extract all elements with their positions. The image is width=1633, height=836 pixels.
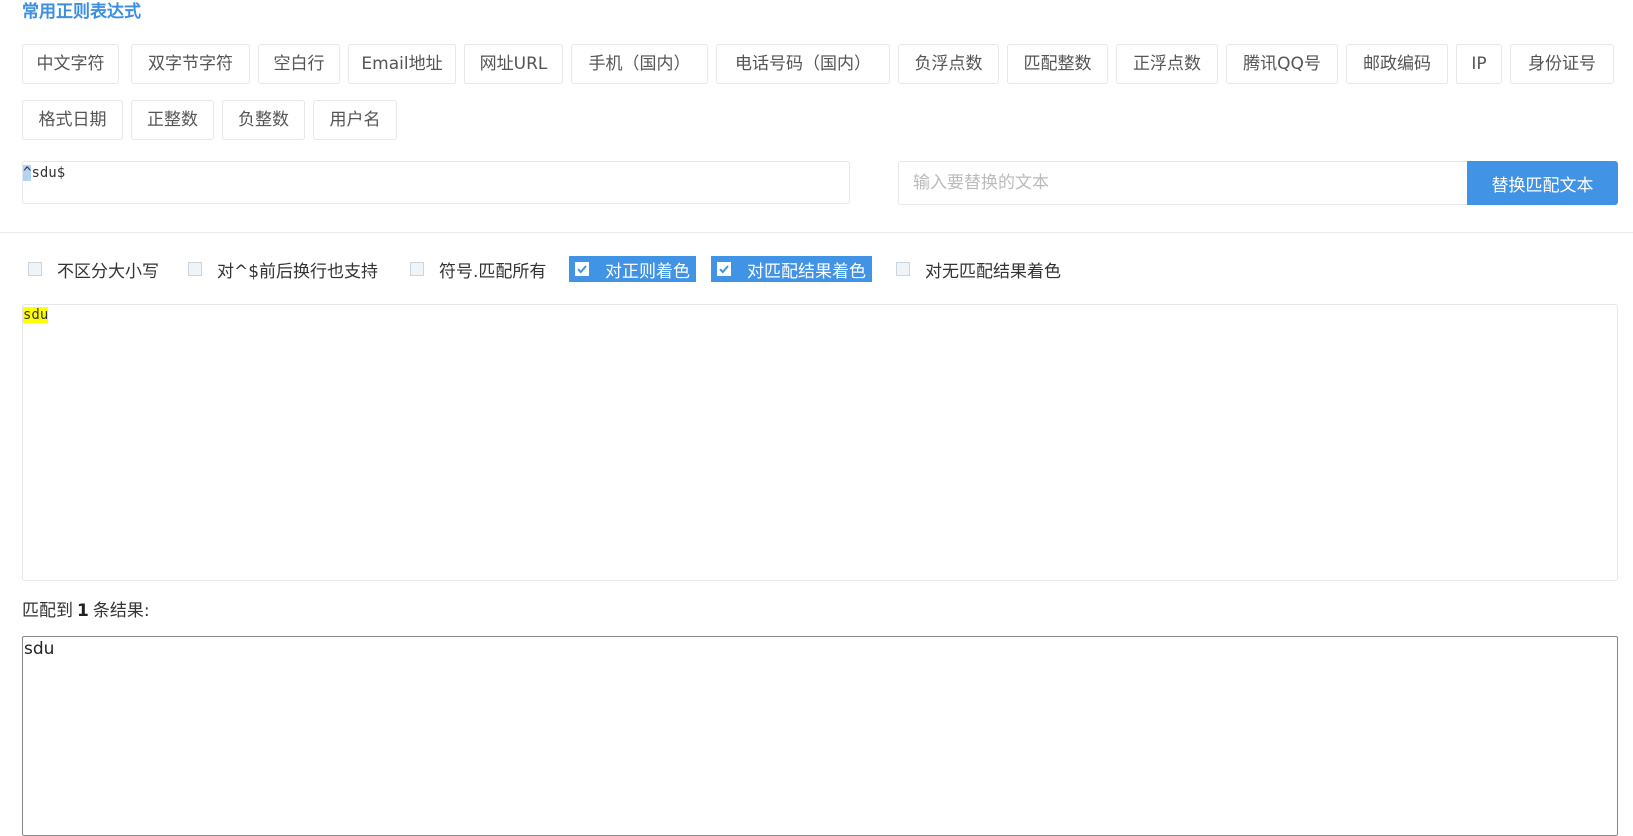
checkbox-checked-icon[interactable]	[717, 262, 731, 276]
option-multiline[interactable]: 对^$前后换行也支持	[183, 256, 378, 282]
divider	[0, 232, 1633, 233]
checkbox-unchecked-icon[interactable]	[188, 262, 202, 276]
preset-date[interactable]: 格式日期	[22, 100, 123, 140]
preset-double-byte[interactable]: 双字节字符	[131, 44, 250, 84]
preset-negative-float[interactable]: 负浮点数	[898, 44, 999, 84]
checkbox-unchecked-icon[interactable]	[28, 262, 42, 276]
result-text-area[interactable]: sdu	[22, 636, 1618, 836]
option-label: 对正则着色	[605, 261, 690, 282]
option-label: 对匹配结果着色	[747, 261, 866, 282]
preset-positive-float[interactable]: 正浮点数	[1116, 44, 1218, 84]
option-color-matches[interactable]: 对匹配结果着色	[711, 256, 872, 282]
preset-qq[interactable]: 腾讯QQ号	[1226, 44, 1338, 84]
checkbox-checked-icon[interactable]	[575, 262, 589, 276]
preset-blank-line[interactable]: 空白行	[258, 44, 340, 84]
preset-id-card[interactable]: 身份证号	[1510, 44, 1614, 84]
option-label: 符号.匹配所有	[439, 261, 547, 282]
preset-username[interactable]: 用户名	[313, 100, 397, 140]
preset-postal-code[interactable]: 邮政编码	[1346, 44, 1448, 84]
option-color-nonmatches[interactable]: 对无匹配结果着色	[891, 256, 1061, 282]
preset-chinese-chars[interactable]: 中文字符	[22, 44, 119, 84]
match-summary: 匹配到 1 条结果:	[22, 596, 150, 621]
regex-text: sdu$	[31, 165, 66, 181]
match-highlight: sdu	[23, 307, 49, 323]
result-text: sdu	[24, 639, 55, 659]
preset-email[interactable]: Email地址	[348, 44, 456, 84]
preset-negative-int[interactable]: 负整数	[222, 100, 305, 140]
summary-suffix: 条结果:	[92, 601, 150, 621]
checkbox-unchecked-icon[interactable]	[896, 262, 910, 276]
replace-match-button[interactable]: 替换匹配文本	[1467, 161, 1618, 205]
regex-input[interactable]: ^sdu$	[22, 161, 850, 204]
option-dotall[interactable]: 符号.匹配所有	[405, 256, 546, 282]
test-text-area[interactable]: sdu	[22, 304, 1618, 581]
preset-ip[interactable]: IP	[1456, 44, 1502, 84]
checkbox-unchecked-icon[interactable]	[410, 262, 424, 276]
preset-mobile[interactable]: 手机（国内）	[571, 44, 708, 84]
preset-url[interactable]: 网址URL	[464, 44, 563, 84]
option-label: 对无匹配结果着色	[925, 261, 1061, 282]
option-label: 对^$前后换行也支持	[217, 261, 379, 282]
preset-phone[interactable]: 电话号码（国内）	[716, 44, 890, 84]
option-ignore-case[interactable]: 不区分大小写	[23, 256, 159, 282]
summary-prefix: 匹配到	[22, 601, 73, 621]
option-label: 不区分大小写	[57, 261, 159, 282]
page-title: 常用正则表达式	[22, 2, 141, 22]
preset-integer[interactable]: 匹配整数	[1007, 44, 1108, 84]
match-count: 1	[77, 601, 89, 621]
replace-text-input[interactable]	[898, 161, 1467, 205]
preset-positive-int[interactable]: 正整数	[131, 100, 214, 140]
option-color-regex[interactable]: 对正则着色	[569, 256, 696, 282]
